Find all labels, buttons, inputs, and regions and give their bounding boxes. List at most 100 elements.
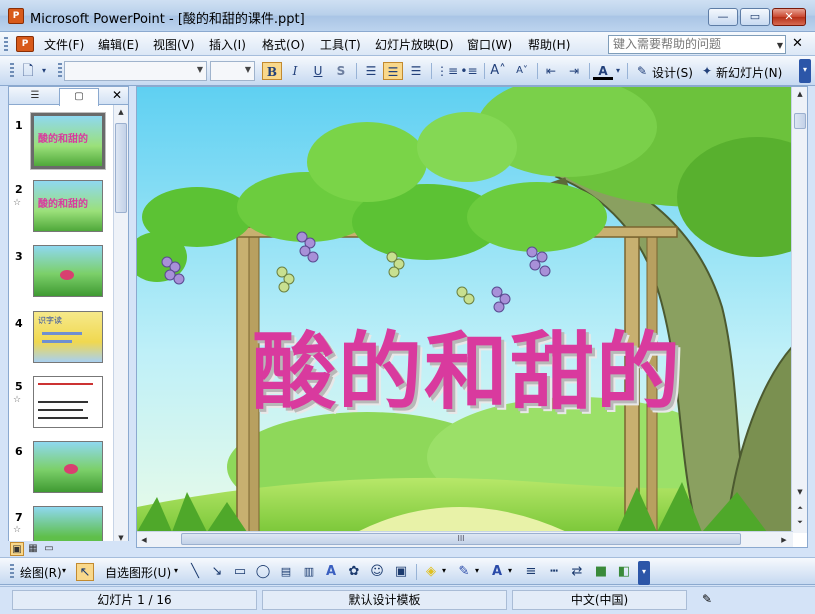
grip-icon[interactable] — [58, 63, 62, 79]
align-left-icon[interactable]: ☰ — [361, 62, 381, 80]
scroll-up-icon[interactable]: ▲ — [793, 87, 807, 101]
chevron-down-icon[interactable]: ▼ — [245, 65, 251, 74]
increase-font-icon[interactable]: A˄ — [488, 62, 508, 80]
close-button[interactable]: ✕ — [772, 8, 806, 26]
fill-color-icon[interactable]: ◈ — [422, 563, 440, 581]
grip-icon[interactable] — [10, 63, 14, 79]
slide-thumbnail-4[interactable]: 识字读 — [33, 311, 103, 363]
menu-edit[interactable]: 编辑(E) — [98, 36, 139, 53]
menu-help[interactable]: 帮助(H) — [528, 36, 570, 53]
align-right-icon[interactable]: ☰ — [406, 62, 426, 80]
menu-insert[interactable]: 插入(I) — [209, 36, 246, 53]
bullet-list-icon[interactable]: •≡ — [459, 62, 479, 80]
font-color-icon[interactable]: A — [488, 563, 506, 581]
document-close-button[interactable]: ✕ — [792, 36, 803, 51]
chevron-down-icon[interactable]: ▼ — [777, 37, 783, 54]
chevron-down-icon[interactable]: ▾ — [38, 62, 50, 80]
chevron-down-icon[interactable]: ▾ — [174, 566, 178, 575]
menu-format[interactable]: 格式(O) — [262, 36, 305, 53]
shadow-button[interactable]: S — [331, 62, 351, 80]
horizontal-scrollbar[interactable]: ◀ III ▶ — [137, 531, 793, 547]
chevron-down-icon[interactable]: ▾ — [442, 566, 446, 575]
slide-thumbnail-3[interactable] — [33, 245, 103, 297]
vertical-textbox-icon[interactable]: ▥ — [300, 563, 318, 581]
textbox-icon[interactable]: ▤ — [277, 563, 295, 581]
chevron-down-icon[interactable]: ▾ — [475, 566, 479, 575]
align-center-icon[interactable]: ☰ — [383, 62, 403, 80]
vertical-scrollbar[interactable]: ▲ ▼ ⏶ ⏷ — [791, 87, 807, 533]
maximize-button[interactable]: ▭ — [740, 8, 770, 26]
scroll-left-icon[interactable]: ◀ — [137, 533, 151, 547]
menu-file[interactable]: 文件(F) — [44, 36, 84, 53]
slide-title[interactable]: 酸的和甜的 — [187, 305, 747, 426]
clipart-icon[interactable]: ☺ — [368, 563, 386, 581]
menu-window[interactable]: 窗口(W) — [467, 36, 512, 53]
panel-close-button[interactable]: ✕ — [112, 88, 122, 102]
scroll-thumb[interactable] — [794, 113, 806, 129]
underline-button[interactable]: U — [308, 62, 328, 80]
toolbar-options-icon[interactable]: ▾ — [638, 561, 650, 585]
chevron-down-icon[interactable]: ▾ — [613, 62, 623, 80]
chevron-down-icon[interactable]: ▼ — [197, 65, 203, 74]
decrease-indent-icon[interactable]: ⇤ — [541, 62, 561, 80]
wordart-icon[interactable]: A — [322, 563, 340, 581]
spelling-check-icon[interactable]: ✎ — [692, 590, 722, 610]
numbered-list-icon[interactable]: ⋮≡ — [436, 62, 458, 80]
italic-button[interactable]: I — [285, 62, 305, 80]
slide-thumbnail-7[interactable] — [33, 506, 103, 545]
slide-thumbnail-1[interactable]: 酸的和甜的 — [30, 112, 106, 170]
decrease-font-icon[interactable]: A˅ — [512, 62, 532, 80]
line-color-icon[interactable]: ✎ — [455, 563, 473, 581]
oval-icon[interactable]: ◯ — [254, 563, 272, 581]
next-slide-icon[interactable]: ⏷ — [793, 515, 807, 529]
scroll-thumb[interactable] — [115, 123, 127, 213]
help-search-input[interactable]: 键入需要帮助的问题 ▼ — [608, 35, 786, 54]
picture-icon[interactable]: ▣ — [392, 563, 410, 581]
tab-slides[interactable]: ▢ — [59, 88, 99, 106]
slideshow-icon[interactable]: ▭ — [42, 542, 56, 556]
scroll-down-icon[interactable]: ▼ — [793, 485, 807, 499]
design-button[interactable]: 设计(S) — [652, 64, 693, 81]
scroll-thumb[interactable]: III — [181, 533, 741, 545]
dash-style-icon[interactable]: ┅ — [545, 563, 563, 581]
scroll-up-icon[interactable]: ▲ — [114, 105, 128, 119]
3d-style-icon[interactable]: ◧ — [615, 563, 633, 581]
slide-thumbnail-5[interactable] — [33, 376, 103, 428]
slide-thumbnail-6[interactable] — [33, 441, 103, 493]
previous-slide-icon[interactable]: ⏶ — [793, 501, 807, 515]
increase-indent-icon[interactable]: ⇥ — [564, 62, 584, 80]
panel-scrollbar[interactable]: ▲ ▼ — [113, 105, 128, 545]
menu-tools[interactable]: 工具(T) — [320, 36, 361, 53]
select-pointer-icon[interactable]: ↖ — [76, 563, 94, 581]
chevron-down-icon[interactable]: ▾ — [508, 566, 512, 575]
minimize-button[interactable]: — — [708, 8, 738, 26]
menu-view[interactable]: 视图(V) — [153, 36, 195, 53]
shadow-style-icon[interactable]: ■ — [592, 563, 610, 581]
slide-sorter-icon[interactable]: ▦ — [26, 542, 40, 556]
arrow-icon[interactable]: ↘ — [208, 563, 226, 581]
rectangle-icon[interactable]: ▭ — [231, 563, 249, 581]
new-slide-button[interactable]: 新幻灯片(N) — [716, 64, 782, 81]
scroll-right-icon[interactable]: ▶ — [777, 533, 791, 547]
menu-slideshow[interactable]: 幻灯片放映(D) — [375, 36, 454, 53]
new-document-icon[interactable]: 🗋 — [18, 62, 38, 80]
line-icon[interactable]: ╲ — [186, 563, 204, 581]
font-name-combo[interactable]: ▼ — [64, 61, 207, 81]
normal-view-icon[interactable]: ▣ — [10, 542, 24, 556]
powerpoint-icon[interactable]: P — [8, 8, 24, 24]
grip-icon[interactable] — [10, 564, 14, 580]
toolbar-options-icon[interactable]: ▾ — [799, 59, 811, 83]
arrow-style-icon[interactable]: ⇄ — [568, 563, 586, 581]
diagram-icon[interactable]: ✿ — [345, 563, 363, 581]
line-style-icon[interactable]: ≡ — [522, 563, 540, 581]
chevron-down-icon[interactable]: ▾ — [62, 566, 66, 575]
bold-button[interactable]: B — [262, 62, 282, 80]
grip-icon[interactable] — [4, 37, 8, 51]
draw-menu-button[interactable]: 绘图(R) — [20, 564, 62, 581]
document-icon[interactable]: P — [16, 36, 34, 52]
design-template-name[interactable]: 默认设计模板 — [262, 590, 507, 610]
font-size-combo[interactable]: ▼ — [210, 61, 255, 81]
font-color-button[interactable]: A — [593, 62, 613, 80]
slide-thumbnail-2[interactable]: 酸的和甜的 — [33, 180, 103, 232]
tab-outline[interactable]: ☰ — [15, 88, 55, 105]
